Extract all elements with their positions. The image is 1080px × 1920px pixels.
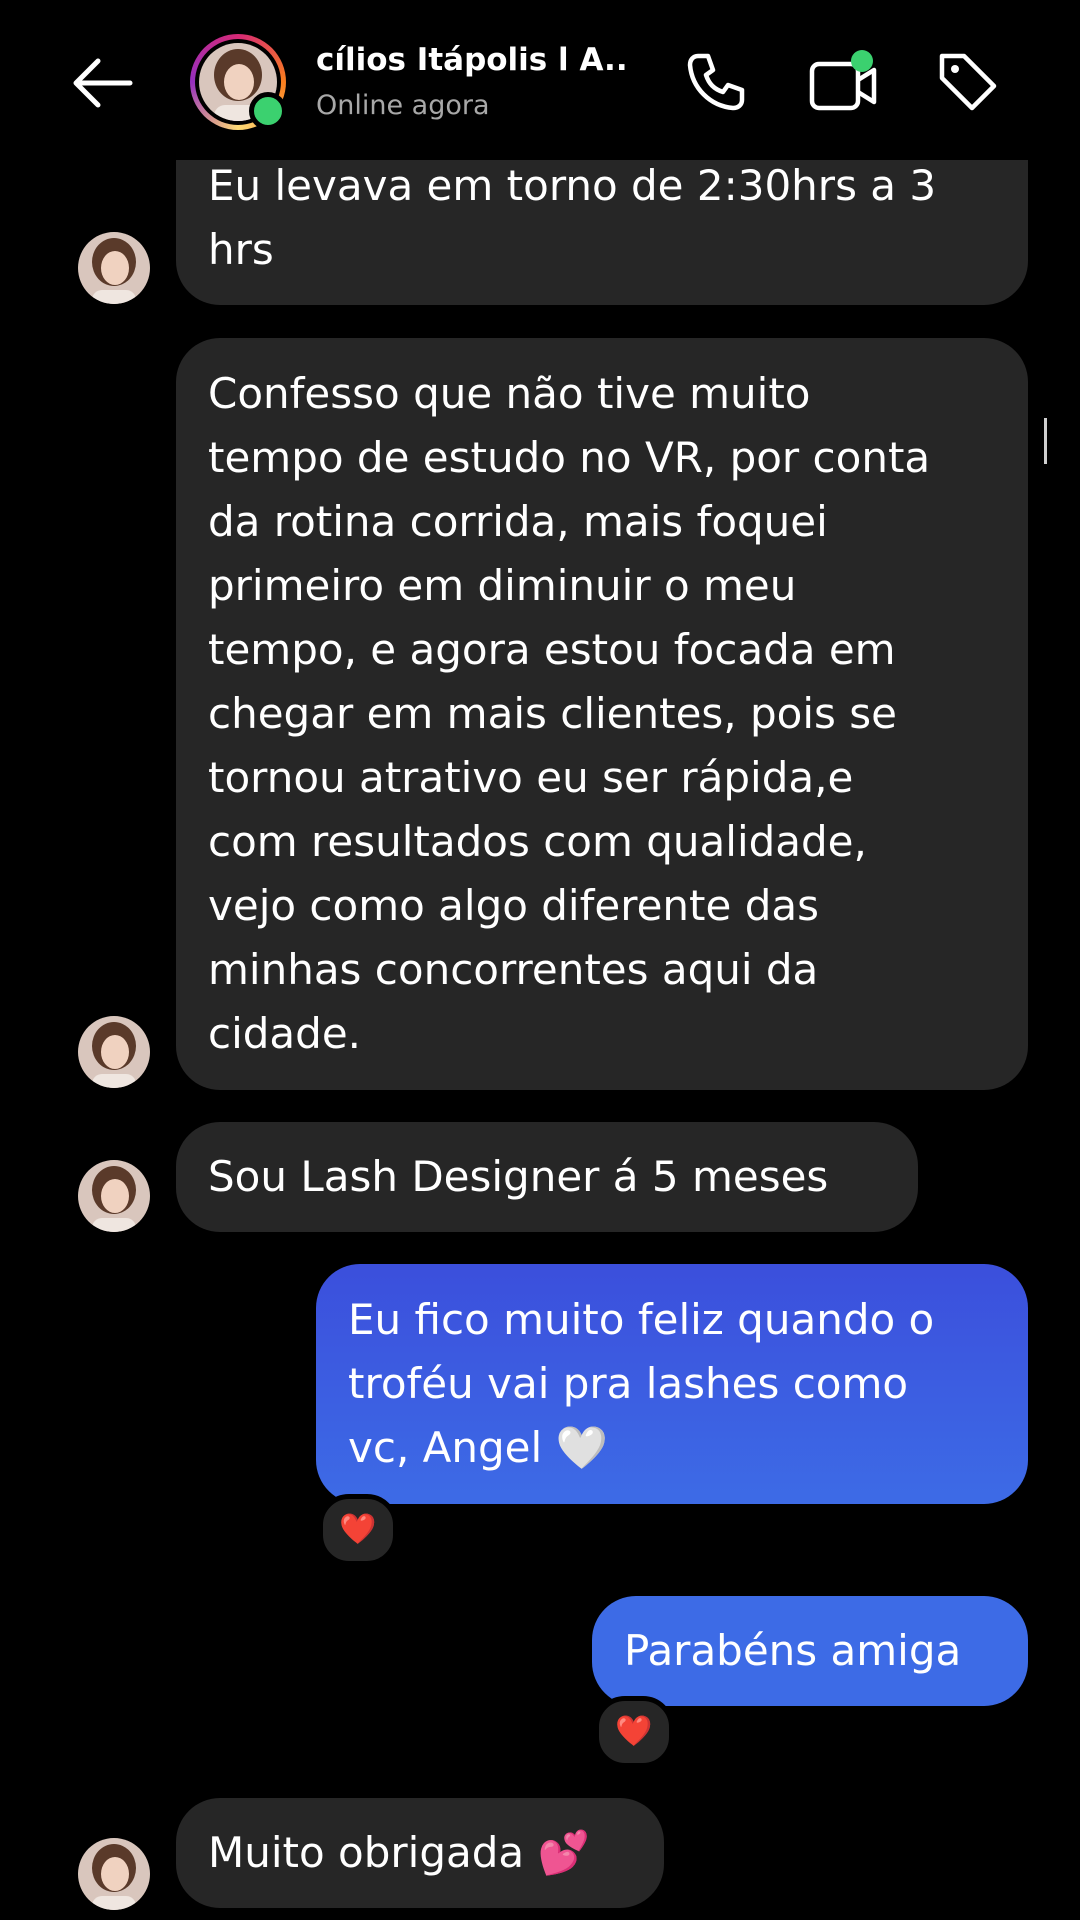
phone-icon	[687, 53, 745, 111]
contact-status: Online agora	[316, 90, 490, 121]
message-bubble-incoming[interactable]: Confesso que não tive muito tempo de est…	[176, 338, 1028, 1090]
message-bubble-incoming[interactable]: Sou Lash Designer á 5 meses	[176, 1122, 918, 1232]
contact-name[interactable]: cílios Itápolis l A...	[316, 42, 626, 78]
message-reaction[interactable]: ❤️	[318, 1494, 398, 1566]
message-text: Sou Lash Designer á 5 meses	[208, 1152, 829, 1201]
sender-avatar-image	[78, 1838, 150, 1910]
video-call-button[interactable]	[808, 48, 880, 114]
message-text: Eu fico muito feliz quando o troféu vai …	[348, 1295, 935, 1472]
online-status-dot	[249, 92, 287, 130]
message-bubble-outgoing[interactable]: Parabéns amiga	[592, 1596, 1028, 1706]
message-reaction[interactable]: ❤️	[594, 1696, 674, 1768]
sender-avatar-image	[78, 1016, 150, 1088]
chat-header: cílios Itápolis l A... Online agora	[0, 0, 1080, 160]
message-text: Confesso que não tive muito tempo de est…	[208, 369, 931, 1058]
label-button[interactable]	[934, 48, 1000, 114]
message-text: Parabéns amiga	[624, 1626, 962, 1675]
sender-avatar[interactable]	[78, 232, 150, 304]
message-bubble-outgoing[interactable]: Eu fico muito feliz quando o troféu vai …	[316, 1264, 1028, 1504]
back-button[interactable]	[70, 55, 134, 111]
message-text: Muito obrigada 💕	[208, 1828, 590, 1877]
voice-call-button[interactable]	[684, 50, 748, 114]
message-text: Eu levava em torno de 2:30hrs a 3 hrs	[208, 161, 937, 274]
sender-avatar-image	[78, 232, 150, 304]
heart-reaction-icon: ❤️	[339, 1512, 377, 1547]
back-arrow-icon	[73, 58, 133, 108]
message-bubble-incoming[interactable]: Muito obrigada 💕	[176, 1798, 664, 1908]
dm-thread-screen: Eu levava em torno de 2:30hrs a 3 hrs Co…	[0, 0, 1080, 1920]
sender-avatar[interactable]	[78, 1016, 150, 1088]
sender-avatar[interactable]	[78, 1838, 150, 1910]
sender-avatar[interactable]	[78, 1160, 150, 1232]
heart-reaction-icon: ❤️	[615, 1714, 653, 1749]
tag-icon	[939, 53, 997, 111]
sender-avatar-image	[78, 1160, 150, 1232]
scroll-indicator[interactable]	[1044, 418, 1047, 464]
video-camera-icon	[809, 50, 877, 111]
